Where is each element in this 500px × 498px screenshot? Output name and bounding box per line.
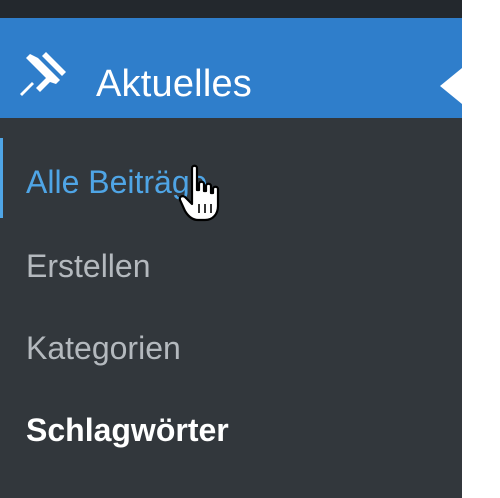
admin-topbar-strip [0, 0, 462, 18]
submenu-item-schlagwoerter[interactable]: Schlagwörter [26, 414, 229, 446]
menu-item-label: Aktuelles [96, 63, 252, 105]
menu-item-aktuelles[interactable]: Aktuelles [0, 18, 462, 118]
submenu-item-erstellen[interactable]: Erstellen [26, 250, 151, 282]
submenu-item-kategorien[interactable]: Kategorien [26, 332, 181, 364]
screen: Aktuelles Alle Beiträge Erstellen Katego… [0, 0, 500, 498]
pushpin-icon [20, 52, 66, 96]
hand-pointer-icon [178, 164, 220, 222]
current-menu-indicator-arrow [440, 68, 462, 104]
admin-sidebar-menu: Aktuelles Alle Beiträge Erstellen Katego… [0, 0, 462, 498]
submenu-focus-bar [0, 138, 3, 218]
